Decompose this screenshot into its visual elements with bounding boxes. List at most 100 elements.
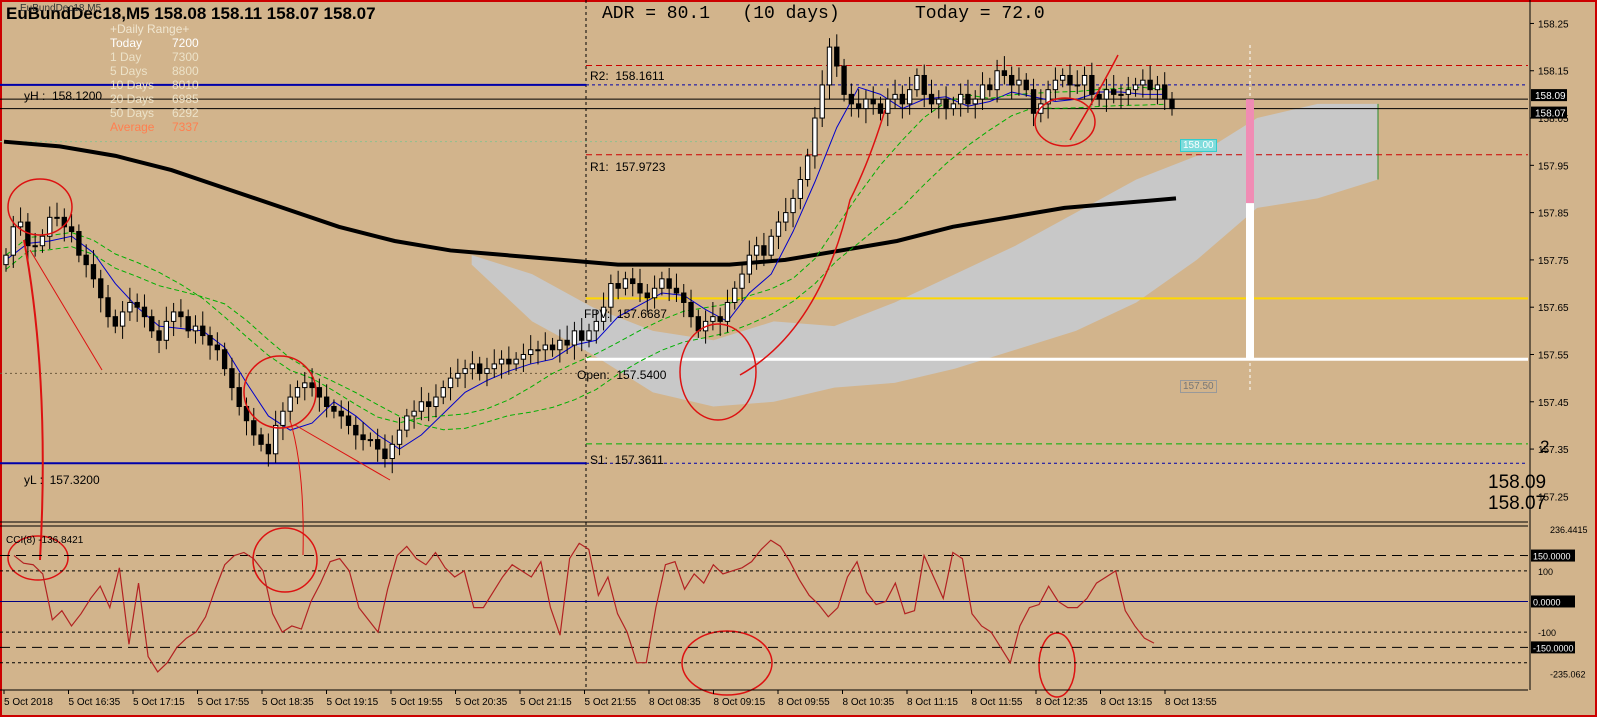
daily-range-panel: +Daily Range+ Today 7200 1 Day 7300 5 Days 88… <box>110 22 199 134</box>
daily-range-heading: +Daily Range+ <box>110 22 190 36</box>
candle-body <box>688 301 694 318</box>
candle-body <box>418 401 425 412</box>
candle-body <box>790 197 796 214</box>
candle-body <box>724 301 731 322</box>
candle-body <box>1052 79 1059 91</box>
candle-body <box>396 429 403 445</box>
x-tick-label: 5 Oct 17:55 <box>198 697 250 708</box>
candle-body <box>331 406 337 412</box>
cci-badge-label: 150.0000 <box>1533 552 1571 562</box>
candle-body <box>185 316 191 332</box>
candle-body <box>863 98 869 110</box>
candle-body <box>1169 98 1175 110</box>
candle-body <box>994 70 1000 91</box>
candle-body <box>528 349 534 355</box>
candle-body <box>826 46 833 86</box>
level-label-yh: yH : 158.1200 <box>24 89 103 103</box>
candle-body <box>214 344 221 351</box>
candle-body <box>192 325 199 332</box>
daily-range-value: 6985 <box>172 92 199 106</box>
daily-range-label: Today <box>110 36 143 50</box>
daily-range-row: 1 Day 7300 <box>110 50 199 64</box>
x-tick-label: 8 Oct 10:35 <box>843 697 895 708</box>
candle-body <box>943 98 949 110</box>
candle-body <box>841 65 847 95</box>
x-tick-label: 5 Oct 17:15 <box>133 697 185 708</box>
candle-body <box>221 349 228 370</box>
candle-body <box>1030 89 1037 114</box>
candle-body <box>98 278 104 299</box>
candle-body <box>673 287 680 294</box>
price-readout-bid: 158.09 <box>1488 472 1547 493</box>
candle-body <box>251 420 257 436</box>
candle-body <box>127 301 133 313</box>
candle-body <box>440 387 446 398</box>
candle-body <box>207 335 213 346</box>
candle-body <box>593 320 599 332</box>
candle-body <box>906 89 913 105</box>
candle-body <box>1060 74 1066 81</box>
candle-body <box>1096 93 1102 100</box>
candle-body <box>819 84 825 119</box>
candle-body <box>1154 84 1161 91</box>
range-bar-pink <box>1246 99 1254 204</box>
candle-body <box>83 254 89 266</box>
daily-range-row: Today 7200 <box>110 36 199 50</box>
candle-body <box>367 439 374 442</box>
candle-body <box>506 358 512 365</box>
candle-body <box>892 93 898 100</box>
candle-body <box>236 387 242 408</box>
level-tag-157-50: 157.50 <box>1180 380 1217 393</box>
x-tick-label: 5 Oct 19:55 <box>391 697 443 708</box>
candle-body <box>1001 70 1008 76</box>
candle-body <box>1089 74 1095 95</box>
price-chart[interactable]: 158.25158.15158.05157.95157.85157.75157.… <box>0 0 1597 717</box>
candle-body <box>637 283 643 294</box>
candle-body <box>316 387 323 398</box>
annotation-circle <box>1038 632 1076 698</box>
candle-body <box>105 297 111 318</box>
candle-body <box>76 231 82 256</box>
candle-body <box>564 339 570 346</box>
candle-body <box>936 98 942 105</box>
candle-body <box>1132 84 1139 91</box>
candle-body <box>885 98 891 114</box>
candle-body <box>520 353 527 360</box>
y-tick-label: 157.75 <box>1538 256 1569 267</box>
candle-body <box>1118 93 1124 96</box>
candle-body <box>229 368 235 389</box>
daily-range-label: 10 Days <box>110 78 155 92</box>
daily-range-value: 7300 <box>172 50 199 64</box>
annotation-circle <box>1034 97 1096 147</box>
candle-body <box>746 254 752 275</box>
candle-body <box>608 283 614 308</box>
candle-body <box>469 363 476 370</box>
cci-label: CCI(8) -136.8421 <box>6 535 84 546</box>
x-tick-label: 5 Oct 21:55 <box>585 697 637 708</box>
cci-top-value: 236.4415 <box>1550 525 1588 535</box>
candle-body <box>200 325 206 337</box>
candle-body <box>353 424 359 436</box>
candle-body <box>404 415 410 431</box>
candle-body <box>950 103 957 110</box>
candle-body <box>411 410 417 417</box>
daily-range-value: 7200 <box>172 36 199 50</box>
candle-body <box>775 221 782 237</box>
candle-body <box>3 254 9 266</box>
candle-body <box>848 93 855 105</box>
cci-badge-label: 0.0000 <box>1533 597 1561 607</box>
candle-body <box>149 316 155 332</box>
candle-body <box>338 410 344 417</box>
x-tick-label: 8 Oct 09:55 <box>778 697 830 708</box>
candle-body <box>1147 79 1153 91</box>
candle-body <box>987 84 993 91</box>
ichimoku-cloud <box>471 103 1378 407</box>
x-tick-label: 5 Oct 19:15 <box>327 697 379 708</box>
candle-body <box>622 278 629 289</box>
x-tick-label: 8 Oct 08:35 <box>649 697 701 708</box>
marker-2: 2 <box>1540 437 1550 456</box>
price-readout-ask: 158.07 <box>1488 493 1547 514</box>
candle-body <box>804 155 811 181</box>
level-label-fpv: FPV: 157.6687 <box>584 307 667 321</box>
candle-body <box>1023 79 1029 91</box>
